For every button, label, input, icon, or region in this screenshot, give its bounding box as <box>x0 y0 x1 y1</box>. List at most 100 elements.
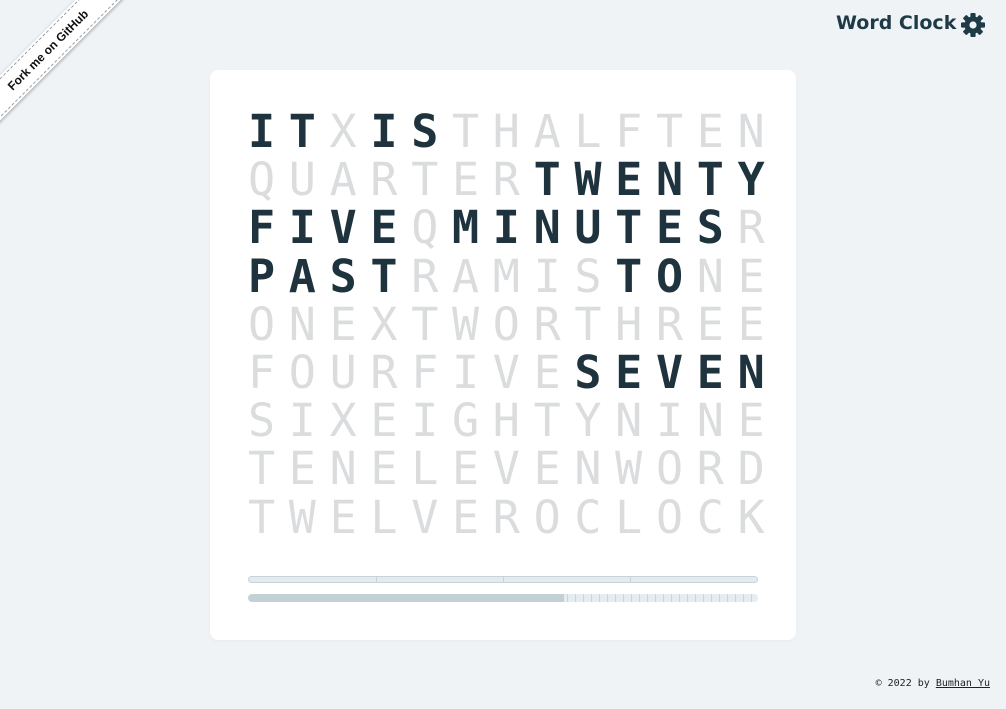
letter-cell: F <box>615 105 643 158</box>
word-clock-grid: ITXISTHALFTENQUARTERTWENTYFIVEQMINUTESRP… <box>248 105 778 544</box>
letter-cell: E <box>329 297 357 351</box>
letter-cell: F <box>248 201 276 255</box>
letter-cell: N <box>696 394 724 448</box>
letter-cell: E <box>370 442 398 496</box>
letter-cell: M <box>451 201 480 255</box>
letter-cell: R <box>533 297 561 351</box>
letter-cell: I <box>492 201 520 255</box>
letter-cell: Q <box>411 201 439 255</box>
letter-cell: E <box>451 442 480 496</box>
letter-cell: Q <box>248 153 276 207</box>
letter-cell: L <box>615 490 643 544</box>
letter-cell: R <box>696 442 724 496</box>
letter-cell: T <box>288 105 316 158</box>
letter-cell: E <box>615 345 643 399</box>
letter-cell: A <box>533 105 561 158</box>
segment-divider <box>503 577 504 582</box>
minute-progress-fill <box>248 594 565 602</box>
letter-cell: K <box>737 490 765 544</box>
letter-cell: L <box>370 490 398 544</box>
letter-cell: X <box>329 105 357 158</box>
letter-cell: P <box>248 249 276 303</box>
letter-cell: A <box>451 249 480 303</box>
letter-cell: A <box>288 249 316 303</box>
footer-copyright: © 2022 by <box>875 678 936 689</box>
letter-cell: H <box>492 394 520 448</box>
letter-cell: O <box>655 249 684 303</box>
letter-cell: E <box>533 345 561 399</box>
gear-icon <box>961 13 985 37</box>
letter-cell: F <box>248 345 276 399</box>
letter-cell: T <box>533 153 561 207</box>
author-link[interactable]: Bumhan Yu <box>936 678 990 689</box>
segment-divider <box>376 577 377 582</box>
letter-cell: S <box>411 105 439 158</box>
letter-cell: E <box>451 490 480 544</box>
letter-cell: N <box>655 153 684 207</box>
github-ribbon-container: Fork me on GitHub <box>0 0 150 150</box>
letter-cell: R <box>492 153 520 207</box>
letter-cell: S <box>248 394 276 448</box>
letter-cell: I <box>451 345 480 399</box>
letter-cell: R <box>737 201 765 255</box>
segment-divider <box>630 577 631 582</box>
letter-cell: I <box>655 394 684 448</box>
letter-cell: S <box>329 249 357 303</box>
letter-cell: L <box>574 105 602 158</box>
letter-cell: E <box>655 201 684 255</box>
letter-cell: V <box>492 442 520 496</box>
letter-cell: Y <box>574 394 602 448</box>
letter-cell: N <box>533 201 561 255</box>
settings-button[interactable] <box>960 12 986 38</box>
letter-cell: I <box>288 201 316 255</box>
letter-cell: T <box>696 153 724 207</box>
letter-cell: G <box>451 394 480 448</box>
letter-cell: I <box>370 105 398 158</box>
letter-cell: E <box>533 442 561 496</box>
letter-cell: T <box>248 442 276 496</box>
fork-me-on-github-ribbon[interactable]: Fork me on GitHub <box>0 0 129 131</box>
letter-cell: N <box>737 105 765 158</box>
letter-cell: R <box>655 297 684 351</box>
letter-cell: T <box>411 297 439 351</box>
letter-cell: W <box>574 153 602 207</box>
letter-cell: E <box>370 394 398 448</box>
letter-cell: D <box>737 442 765 496</box>
letter-cell: L <box>411 442 439 496</box>
letter-cell: U <box>574 201 602 255</box>
letter-cell: E <box>696 105 724 158</box>
letter-cell: T <box>574 297 602 351</box>
letter-cell: O <box>492 297 520 351</box>
letter-cell: E <box>696 345 724 399</box>
letter-cell: E <box>696 297 724 351</box>
letter-cell: I <box>411 394 439 448</box>
letter-cell: N <box>288 297 316 351</box>
word-clock-card: ITXISTHALFTENQUARTERTWENTYFIVEQMINUTESRP… <box>210 70 796 640</box>
letter-cell: I <box>288 394 316 448</box>
letter-cell: W <box>288 490 316 544</box>
letter-cell: H <box>492 105 520 158</box>
letter-cell: N <box>615 394 643 448</box>
letter-cell: C <box>574 490 602 544</box>
letter-cell: T <box>451 105 480 158</box>
letter-cell: H <box>615 297 643 351</box>
letter-cell: O <box>655 442 684 496</box>
letter-cell: M <box>492 249 520 303</box>
letter-cell: U <box>288 153 316 207</box>
letter-cell: T <box>411 153 439 207</box>
letter-cell: E <box>615 153 643 207</box>
letter-cell: R <box>411 249 439 303</box>
letter-cell: O <box>248 297 276 351</box>
letter-cell: N <box>737 345 765 399</box>
letter-cell: V <box>411 490 439 544</box>
minute-progress-bar <box>248 594 758 602</box>
letter-cell: T <box>370 249 398 303</box>
letter-cell: E <box>737 249 765 303</box>
letter-cell: E <box>329 490 357 544</box>
letter-cell: W <box>615 442 643 496</box>
letter-cell: N <box>329 442 357 496</box>
letter-cell: S <box>574 345 602 399</box>
letter-cell: S <box>574 249 602 303</box>
letter-cell: R <box>370 345 398 399</box>
quarter-progress-bar <box>248 576 758 583</box>
